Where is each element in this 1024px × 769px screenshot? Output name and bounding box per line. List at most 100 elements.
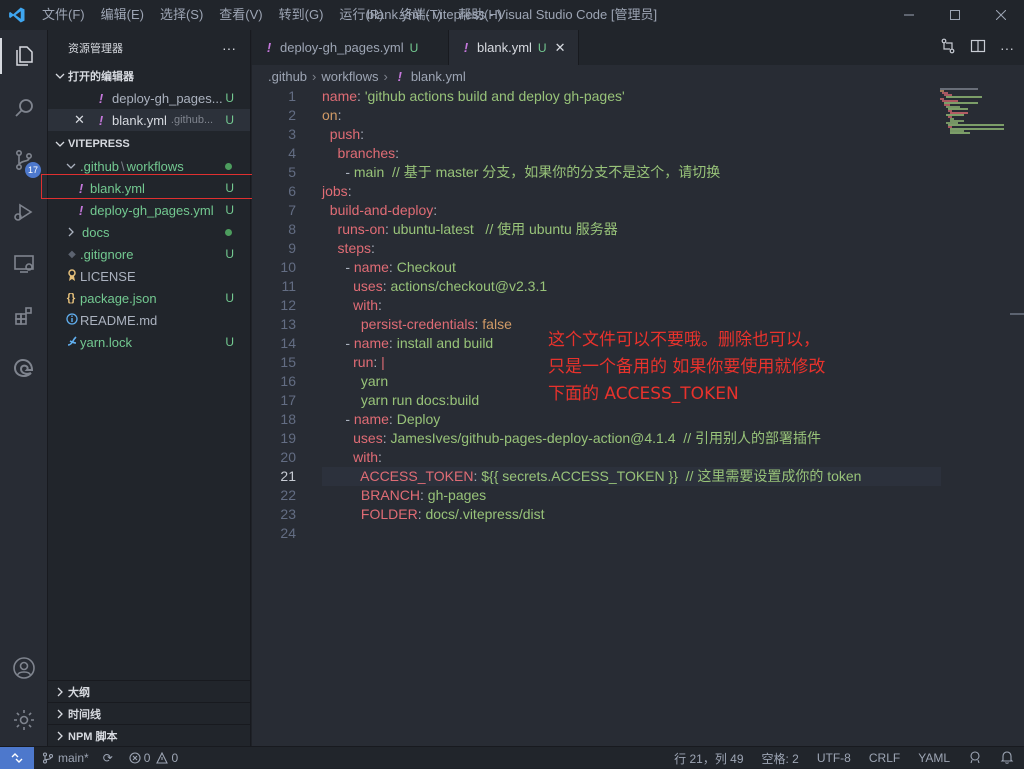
open-editor-name: deploy-gh_pages...: [112, 90, 223, 106]
npm-scripts-section[interactable]: NPM 脚本: [48, 724, 251, 746]
yaml-file-icon: !: [78, 202, 84, 218]
remote-indicator-icon[interactable]: [0, 746, 34, 769]
tab-blank-yml[interactable]: ! blank.yml U ✕: [449, 30, 579, 65]
sync-icon[interactable]: ⟳: [103, 751, 113, 765]
file-name: README.md: [80, 312, 158, 328]
yaml-file-icon: !: [98, 112, 104, 128]
close-editor-icon[interactable]: ✕: [74, 112, 90, 128]
git-status: U: [225, 91, 234, 105]
breadcrumb-item[interactable]: workflows: [321, 69, 378, 84]
tab-label: blank.yml: [477, 40, 532, 55]
file-license[interactable]: LICENSE: [48, 265, 250, 287]
code-line-18: 18 - name: Deploy: [280, 411, 441, 427]
breadcrumb-item[interactable]: .github: [268, 69, 307, 84]
code-line-6: 6 jobs:: [288, 183, 352, 199]
indentation[interactable]: 空格: 2: [762, 750, 799, 767]
code-line-24: 24: [280, 525, 296, 541]
menu-help[interactable]: 帮助(H): [450, 0, 510, 30]
menu-view[interactable]: 查看(V): [211, 0, 270, 30]
chevron-right-icon: [52, 709, 68, 719]
file-deploy-yml[interactable]: ! deploy-gh_pages.yml U: [48, 199, 250, 221]
feedback-icon[interactable]: [968, 750, 982, 767]
file-gitignore[interactable]: ◆ .gitignore U: [48, 243, 250, 265]
editor-tabs: ! deploy-gh_pages.yml U ! blank.yml U ✕ …: [252, 30, 1024, 65]
close-tab-icon[interactable]: ✕: [555, 40, 566, 56]
code-line-20: 20 with:: [280, 449, 382, 465]
folder-name: workflows: [126, 158, 184, 174]
split-editor-icon[interactable]: [970, 38, 986, 57]
file-yarn-lock[interactable]: yarn.lock U: [48, 331, 250, 353]
encoding[interactable]: UTF-8: [817, 751, 851, 765]
account-icon[interactable]: [0, 642, 48, 694]
close-icon[interactable]: [978, 0, 1024, 30]
license-file-icon: [64, 268, 80, 284]
menu-edit[interactable]: 编辑(E): [93, 0, 152, 30]
explorer-icon[interactable]: [0, 30, 48, 82]
tab-deploy-gh-pages[interactable]: ! deploy-gh_pages.yml U: [252, 30, 449, 65]
git-status: U: [225, 113, 234, 127]
menu-run[interactable]: 运行(R): [331, 0, 391, 30]
line-ending[interactable]: CRLF: [869, 751, 900, 765]
breadcrumb-item[interactable]: blank.yml: [411, 69, 466, 84]
tab-label: deploy-gh_pages.yml: [280, 40, 404, 55]
code-line-4: 4 branches:: [288, 145, 400, 161]
open-changes-icon[interactable]: [940, 38, 956, 57]
code-line-8: 8 runs-on: ubuntu-latest // 使用 ubuntu 服务…: [288, 221, 618, 237]
maximize-icon[interactable]: [932, 0, 978, 30]
git-status: U: [225, 247, 234, 261]
minimap[interactable]: [938, 87, 1006, 147]
vscode-logo-icon: [0, 0, 34, 30]
folder-name: docs: [82, 224, 110, 240]
yarn-file-icon: [64, 335, 80, 350]
menu-selection[interactable]: 选择(S): [152, 0, 211, 30]
git-branch-icon: [42, 751, 54, 764]
menu-go[interactable]: 转到(G): [271, 0, 332, 30]
language-mode[interactable]: YAML: [918, 751, 950, 765]
cursor-position[interactable]: 行 21，列 49: [674, 750, 743, 767]
open-editors-section[interactable]: 打开的编辑器: [48, 65, 250, 87]
folder-docs[interactable]: docs: [48, 221, 250, 243]
code-line-9: 9 steps:: [288, 240, 375, 256]
collapsed-sections: 大纲 时间线 NPM 脚本: [48, 680, 251, 746]
open-editor-item[interactable]: ✕ ! blank.yml .github... U: [48, 109, 250, 131]
file-name: yarn.lock: [80, 334, 133, 350]
more-actions-icon[interactable]: ···: [1000, 40, 1014, 56]
search-icon[interactable]: [0, 82, 48, 134]
chevron-down-icon: [66, 159, 80, 174]
git-status: U: [537, 40, 547, 55]
project-section[interactable]: VITEPRESS: [48, 133, 250, 155]
yaml-file-icon: !: [397, 68, 402, 84]
git-status: U: [409, 40, 419, 55]
notifications-bell-icon[interactable]: [1000, 750, 1014, 767]
menu-terminal[interactable]: 终端(T): [391, 0, 450, 30]
open-editor-item[interactable]: ! deploy-gh_pages... U: [48, 87, 250, 109]
yaml-file-icon: !: [98, 90, 104, 106]
timeline-label: 时间线: [68, 708, 101, 721]
file-package-json[interactable]: {} package.json U: [48, 287, 250, 309]
folder-name: .github: [80, 158, 120, 174]
open-editors-label: 打开的编辑器: [68, 71, 134, 83]
file-name: LICENSE: [80, 268, 136, 284]
warning-icon: [156, 751, 169, 764]
problems-status[interactable]: 0 0: [129, 751, 178, 765]
edge-icon[interactable]: [0, 342, 48, 394]
timeline-section[interactable]: 时间线: [48, 702, 251, 724]
scrollbar-marker: [1010, 313, 1024, 315]
code-line-7: 7 build-and-deploy:: [288, 202, 438, 218]
file-name: .gitignore: [80, 246, 134, 262]
code-line-10: 10 - name: Checkout: [280, 259, 456, 275]
remote-explorer-icon[interactable]: [0, 238, 48, 290]
file-name: deploy-gh_pages.yml: [90, 202, 214, 218]
open-editor-path: .github...: [170, 114, 214, 126]
branch-status[interactable]: main*: [42, 751, 89, 765]
extensions-icon[interactable]: [0, 290, 48, 342]
editor-actions: ···: [940, 30, 1014, 65]
more-actions-icon[interactable]: ···: [222, 40, 236, 56]
explorer-sidebar: 资源管理器 ··· 打开的编辑器 ! deploy-gh_pages... U …: [41, 30, 264, 746]
outline-section[interactable]: 大纲: [48, 680, 251, 702]
menu-file[interactable]: 文件(F): [34, 0, 93, 30]
settings-gear-icon[interactable]: [0, 694, 48, 746]
code-editor[interactable]: .github › workflows › ! blank.yml 1 name:…: [252, 65, 1024, 746]
minimize-icon[interactable]: [886, 0, 932, 30]
file-readme[interactable]: README.md: [48, 309, 250, 331]
